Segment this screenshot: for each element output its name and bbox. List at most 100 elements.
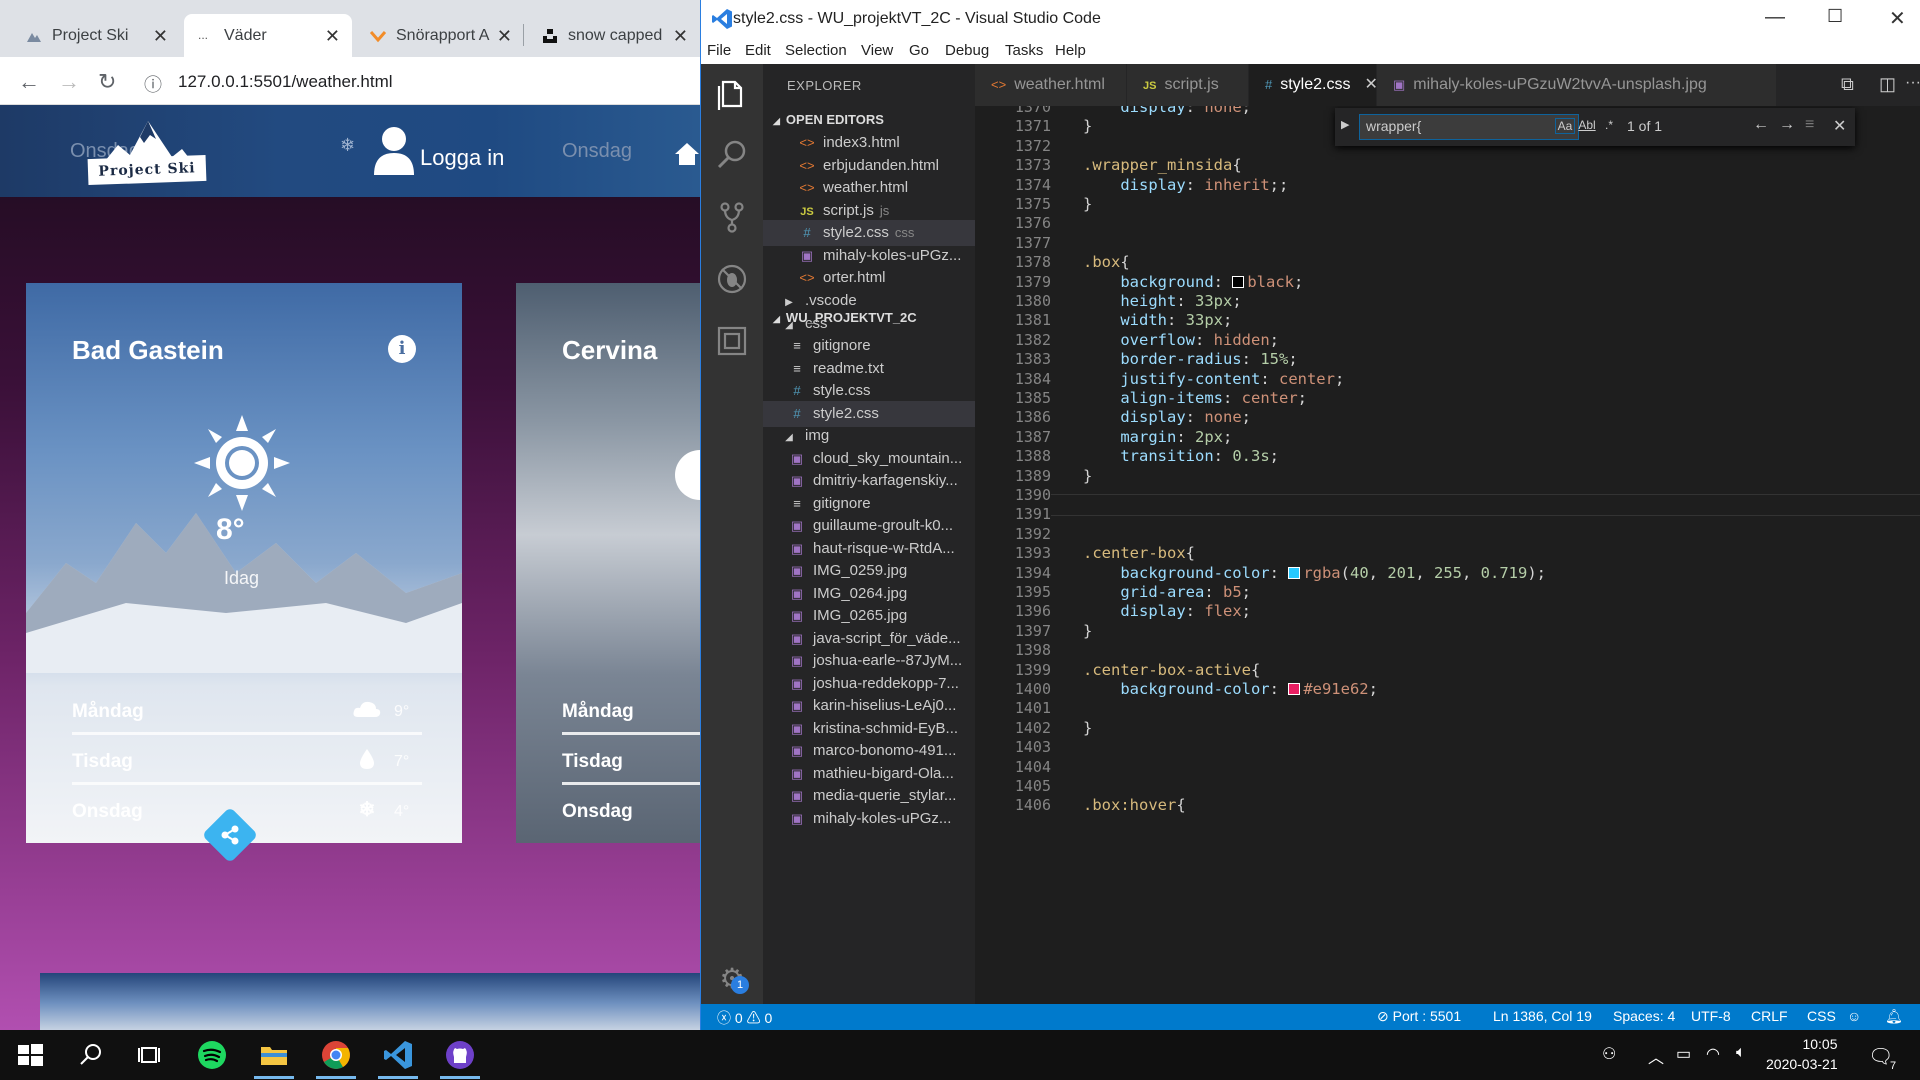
file-item[interactable]: ▣ mihaly-koles-uPGz...: [763, 806, 975, 832]
color-swatch[interactable]: [1232, 275, 1245, 288]
encoding[interactable]: UTF-8: [1691, 1008, 1731, 1024]
code-line[interactable]: }: [1083, 195, 1092, 213]
indentation[interactable]: Spaces: 4: [1613, 1008, 1675, 1024]
url-input[interactable]: 127.0.0.1:5501/weather.html: [178, 72, 393, 92]
code-line[interactable]: .center-box{: [1083, 544, 1195, 562]
info-icon[interactable]: i: [388, 335, 416, 363]
battery-icon[interactable]: ▭: [1676, 1044, 1691, 1064]
menu-view[interactable]: View: [861, 42, 893, 59]
search-icon[interactable]: [715, 138, 749, 172]
menu-go[interactable]: Go: [909, 42, 929, 59]
search-icon[interactable]: [74, 1039, 106, 1071]
wifi-icon[interactable]: ◠: [1706, 1044, 1720, 1064]
code-line[interactable]: overflow: hidden;: [1083, 331, 1279, 349]
user-icon[interactable]: [372, 125, 416, 175]
clock-time[interactable]: 10:05: [1780, 1036, 1860, 1052]
code-editor[interactable]: 1370 display: none; 1371} 1372 1373 .wrapper…: [975, 106, 1920, 1004]
windows-start-icon[interactable]: [14, 1039, 46, 1071]
code-line[interactable]: background-color: #e91e62;: [1083, 680, 1378, 698]
color-swatch[interactable]: [1288, 566, 1301, 579]
open-editors-header[interactable]: ◢ OPEN EDITORS: [773, 112, 884, 127]
code-line[interactable]: background: black;: [1083, 273, 1303, 291]
clock-date[interactable]: 2020-03-21: [1766, 1056, 1838, 1072]
language-mode[interactable]: CSS: [1807, 1008, 1836, 1024]
maximize-icon[interactable]: ☐: [1827, 6, 1843, 27]
match-case-toggle[interactable]: Aa: [1555, 118, 1575, 134]
code-line[interactable]: .box:hover{: [1083, 796, 1186, 814]
menu-selection[interactable]: Selection: [785, 42, 847, 59]
source-control-icon[interactable]: [715, 200, 749, 234]
explorer-icon[interactable]: [715, 76, 749, 110]
notifications-bell-icon[interactable]: 🔔︎: [1885, 1008, 1903, 1025]
code-line[interactable]: display: flex;: [1083, 602, 1251, 620]
close-tab-icon[interactable]: ✕: [1364, 76, 1377, 93]
task-view-icon[interactable]: [134, 1039, 166, 1071]
reload-icon[interactable]: ↻: [98, 69, 116, 95]
code-line[interactable]: .box{: [1083, 253, 1130, 271]
menu-tasks[interactable]: Tasks: [1005, 42, 1043, 59]
close-find-icon[interactable]: ✕: [1833, 116, 1846, 136]
volume-icon[interactable]: 🔈︎: [1736, 1044, 1746, 1062]
code-line[interactable]: }: [1083, 719, 1092, 737]
code-line[interactable]: width: 33px;: [1083, 311, 1232, 329]
weather-card-bad-gastein[interactable]: Bad Gastein i 8° Idag Måndag 9° Tisdag 7…: [26, 283, 462, 843]
code-line[interactable]: background-color: rgba(40, 201, 255, 0.7…: [1083, 564, 1546, 582]
code-line[interactable]: transition: 0.3s;: [1083, 447, 1279, 465]
file-explorer-icon[interactable]: [258, 1039, 290, 1071]
close-tab-icon[interactable]: ✕: [497, 26, 512, 47]
find-input[interactable]: wrapper{: [1359, 114, 1579, 140]
color-swatch[interactable]: [1288, 683, 1301, 695]
regex-toggle[interactable]: .*: [1599, 118, 1619, 132]
next-match-icon[interactable]: →: [1779, 116, 1795, 134]
code-line[interactable]: display: inherit;;: [1083, 176, 1288, 194]
whole-word-toggle[interactable]: Abl: [1577, 118, 1597, 132]
browser-tab-snow-capped[interactable]: snow capped ✕: [528, 14, 700, 57]
debug-icon[interactable]: [715, 262, 749, 296]
weather-card-cervina[interactable]: Cervina Måndag Tisdag Onsdag: [516, 283, 700, 843]
menu-debug[interactable]: Debug: [945, 42, 989, 59]
close-tab-icon[interactable]: ✕: [673, 26, 688, 47]
chrome-icon[interactable]: [320, 1039, 352, 1071]
code-line[interactable]: align-items: center;: [1083, 389, 1307, 407]
editor-tab-image[interactable]: ▣ mihaly-koles-uPGzuW2tvvA-unsplash.jpg: [1377, 64, 1777, 106]
chevron-up-icon[interactable]: ︿: [1648, 1044, 1664, 1068]
code-line[interactable]: }: [1083, 467, 1092, 485]
code-line[interactable]: grid-area: b5;: [1083, 583, 1251, 601]
code-line[interactable]: }: [1083, 117, 1092, 135]
browser-tab-snorapport[interactable]: Snörapport A ✕: [356, 14, 524, 57]
extensions-icon[interactable]: [715, 324, 749, 358]
code-line[interactable]: display: none;: [1083, 106, 1251, 116]
problems-indicator[interactable]: ⓧ 0 ⚠ 0: [717, 1008, 772, 1028]
split-editor-icon[interactable]: ◫: [1879, 74, 1896, 95]
close-tab-icon[interactable]: ✕: [325, 26, 340, 47]
share-icon[interactable]: [216, 821, 244, 849]
code-line[interactable]: height: 33px;: [1083, 292, 1241, 310]
browser-tab-vader[interactable]: ... Väder ✕: [184, 14, 352, 57]
menu-edit[interactable]: Edit: [745, 42, 771, 59]
line-ending[interactable]: CRLF: [1751, 1008, 1788, 1024]
menu-file[interactable]: File: [707, 42, 731, 59]
live-server-port[interactable]: ⊘ Port : 5501: [1377, 1008, 1461, 1025]
weather-card-partial[interactable]: [40, 973, 700, 1030]
editor-tab-style2[interactable]: # style2.css ✕: [1249, 64, 1378, 106]
editor-tab-weather[interactable]: <> weather.html: [975, 64, 1127, 106]
close-tab-icon[interactable]: ✕: [153, 26, 168, 47]
github-desktop-icon[interactable]: [444, 1039, 476, 1071]
people-icon[interactable]: ⚇: [1602, 1044, 1616, 1064]
code-line[interactable]: .center-box-active{: [1083, 661, 1260, 679]
spotify-icon[interactable]: [196, 1039, 228, 1071]
home-icon[interactable]: [674, 141, 700, 167]
back-arrow-icon[interactable]: ←: [18, 69, 40, 95]
code-line[interactable]: .wrapper_minsida{: [1083, 156, 1242, 174]
find-in-selection-icon[interactable]: ≡: [1805, 116, 1814, 134]
login-link[interactable]: Logga in: [420, 145, 504, 171]
browser-tab-project-ski[interactable]: Project Ski ✕: [12, 14, 180, 57]
code-line[interactable]: margin: 2px;: [1083, 428, 1232, 446]
code-line[interactable]: border-radius: 15%;: [1083, 350, 1297, 368]
more-actions-icon[interactable]: ···: [1905, 74, 1920, 92]
minimize-icon[interactable]: —: [1765, 6, 1785, 29]
info-circle-icon[interactable]: ⓘ: [144, 71, 162, 97]
cursor-position[interactable]: Ln 1386, Col 19: [1493, 1008, 1592, 1024]
code-line[interactable]: display: none;: [1083, 408, 1251, 426]
code-line[interactable]: }: [1083, 622, 1092, 640]
